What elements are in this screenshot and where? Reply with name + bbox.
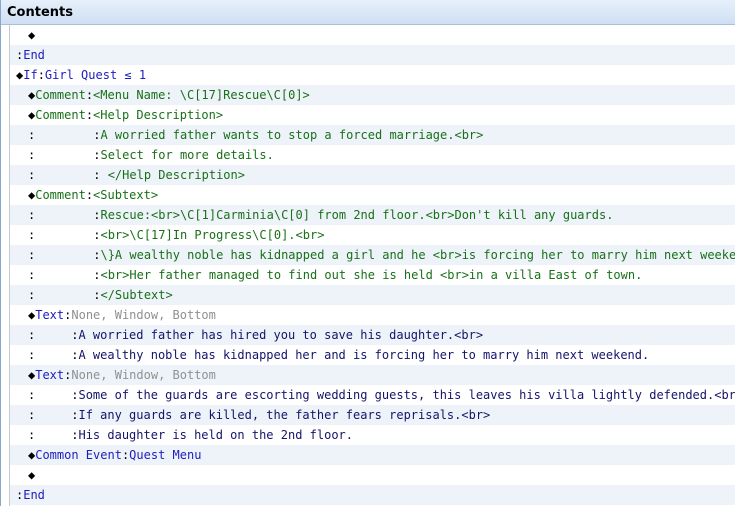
command-row[interactable]: ◆Comment:<Subtext>: [10, 185, 735, 205]
command-row[interactable]: ::Some of the guards are escorting weddi…: [10, 385, 735, 405]
text-keyword: Text: [35, 368, 65, 382]
message-text: His daughter is held on the 2nd floor.: [78, 428, 354, 442]
common-event-keyword: Common Event: [35, 448, 122, 462]
colon-marker: :: [28, 328, 36, 342]
text-keyword: Text: [35, 308, 65, 322]
colon-marker: :: [85, 188, 94, 202]
colon-marker: :: [28, 248, 36, 262]
message-text: If any guards are killed, the father fea…: [78, 408, 491, 422]
comment-text: </Help Description>: [100, 168, 245, 182]
diamond-icon: ◆: [28, 28, 36, 42]
end-label: End: [23, 48, 45, 62]
command-row[interactable]: ◆: [10, 25, 735, 45]
message-text: Some of the guards are escorting wedding…: [78, 388, 735, 402]
colon-marker: :: [28, 228, 36, 242]
command-row[interactable]: ::\}A wealthy noble has kidnapped a girl…: [10, 245, 735, 265]
colon-marker: :: [28, 148, 36, 162]
comment-keyword: Comment: [35, 188, 86, 202]
colon-marker: :: [85, 108, 94, 122]
command-row[interactable]: ◆Common Event:Quest Menu: [10, 445, 735, 465]
command-row[interactable]: ::Rescue:<br>\C[1]Carminia\C[0] from 2nd…: [10, 205, 735, 225]
colon-marker: :: [28, 388, 36, 402]
end-label: End: [23, 488, 45, 502]
colon-marker: :: [28, 408, 36, 422]
comment-keyword: Comment: [35, 88, 86, 102]
comment-keyword: Comment: [35, 108, 86, 122]
comment-text: \}A wealthy noble has kidnapped a girl a…: [100, 248, 735, 262]
message-text: A wealthy noble has kidnapped her and is…: [78, 348, 650, 362]
diamond-icon: ◆: [28, 468, 36, 482]
if-keyword: If: [23, 68, 38, 82]
command-row[interactable]: ::If any guards are killed, the father f…: [10, 405, 735, 425]
colon-marker: :: [28, 428, 36, 442]
colon-marker: :: [28, 288, 36, 302]
command-row[interactable]: ◆Comment:<Help Description>: [10, 105, 735, 125]
command-row[interactable]: ::His daughter is held on the 2nd floor.: [10, 425, 735, 445]
colon-marker: :: [28, 268, 36, 282]
command-row[interactable]: :End: [10, 45, 735, 65]
contents-header: Contents: [1, 0, 735, 25]
if-condition: Girl Quest ≤ 1: [44, 68, 147, 82]
command-row[interactable]: ◆Comment:<Menu Name: \C[17]Rescue\C[0]>: [10, 85, 735, 105]
command-row[interactable]: ::</Subtext>: [10, 285, 735, 305]
comment-text: <Menu Name: \C[17]Rescue\C[0]>: [93, 88, 310, 102]
colon-marker: :: [28, 348, 36, 362]
colon-marker: :: [37, 68, 45, 82]
comment-text: <br>Her father managed to find out she i…: [100, 268, 643, 282]
comment-text: </Subtext>: [100, 288, 173, 302]
comment-text: Rescue:<br>\C[1]Carminia\C[0] from 2nd f…: [100, 208, 614, 222]
message-text: A worried father has hired you to save h…: [78, 328, 484, 342]
event-command-list[interactable]: ◆:End ◆If:Girl Quest ≤ 1 ◆Comment:<Menu Na…: [9, 25, 735, 506]
command-row[interactable]: ::<br>Her father managed to find out she…: [10, 265, 735, 285]
text-params: None, Window, Bottom: [71, 368, 216, 382]
common-event-name: Quest Menu: [129, 448, 202, 462]
command-row[interactable]: ::<br>\C[17]In Progress\C[0].<br>: [10, 225, 735, 245]
command-row[interactable]: ::A wealthy noble has kidnapped her and …: [10, 345, 735, 365]
comment-text: <br>\C[17]In Progress\C[0].<br>: [100, 228, 325, 242]
colon-marker: :: [85, 88, 94, 102]
command-row[interactable]: ◆Text:None, Window, Bottom: [10, 365, 735, 385]
comment-text: <Subtext>: [93, 188, 159, 202]
comment-text: A worried father wants to stop a forced …: [100, 128, 484, 142]
command-row[interactable]: ◆: [10, 465, 735, 485]
colon-marker: :: [28, 168, 36, 182]
colon-marker: :: [28, 128, 36, 142]
command-row[interactable]: ::Select for more details.: [10, 145, 735, 165]
comment-text: Select for more details.: [100, 148, 274, 162]
command-row[interactable]: ::A worried father wants to stop a force…: [10, 125, 735, 145]
comment-text: <Help Description>: [93, 108, 224, 122]
command-row[interactable]: :End: [10, 485, 735, 505]
command-row[interactable]: ◆Text:None, Window, Bottom: [10, 305, 735, 325]
text-params: None, Window, Bottom: [71, 308, 216, 322]
command-row[interactable]: ◆If:Girl Quest ≤ 1: [10, 65, 735, 85]
command-row[interactable]: ::A worried father has hired you to save…: [10, 325, 735, 345]
colon-marker: :: [28, 208, 36, 222]
command-row[interactable]: :: </Help Description>: [10, 165, 735, 185]
contents-window: Contents ◆:End ◆If:Girl Quest ≤ 1 ◆Comment…: [0, 0, 735, 506]
